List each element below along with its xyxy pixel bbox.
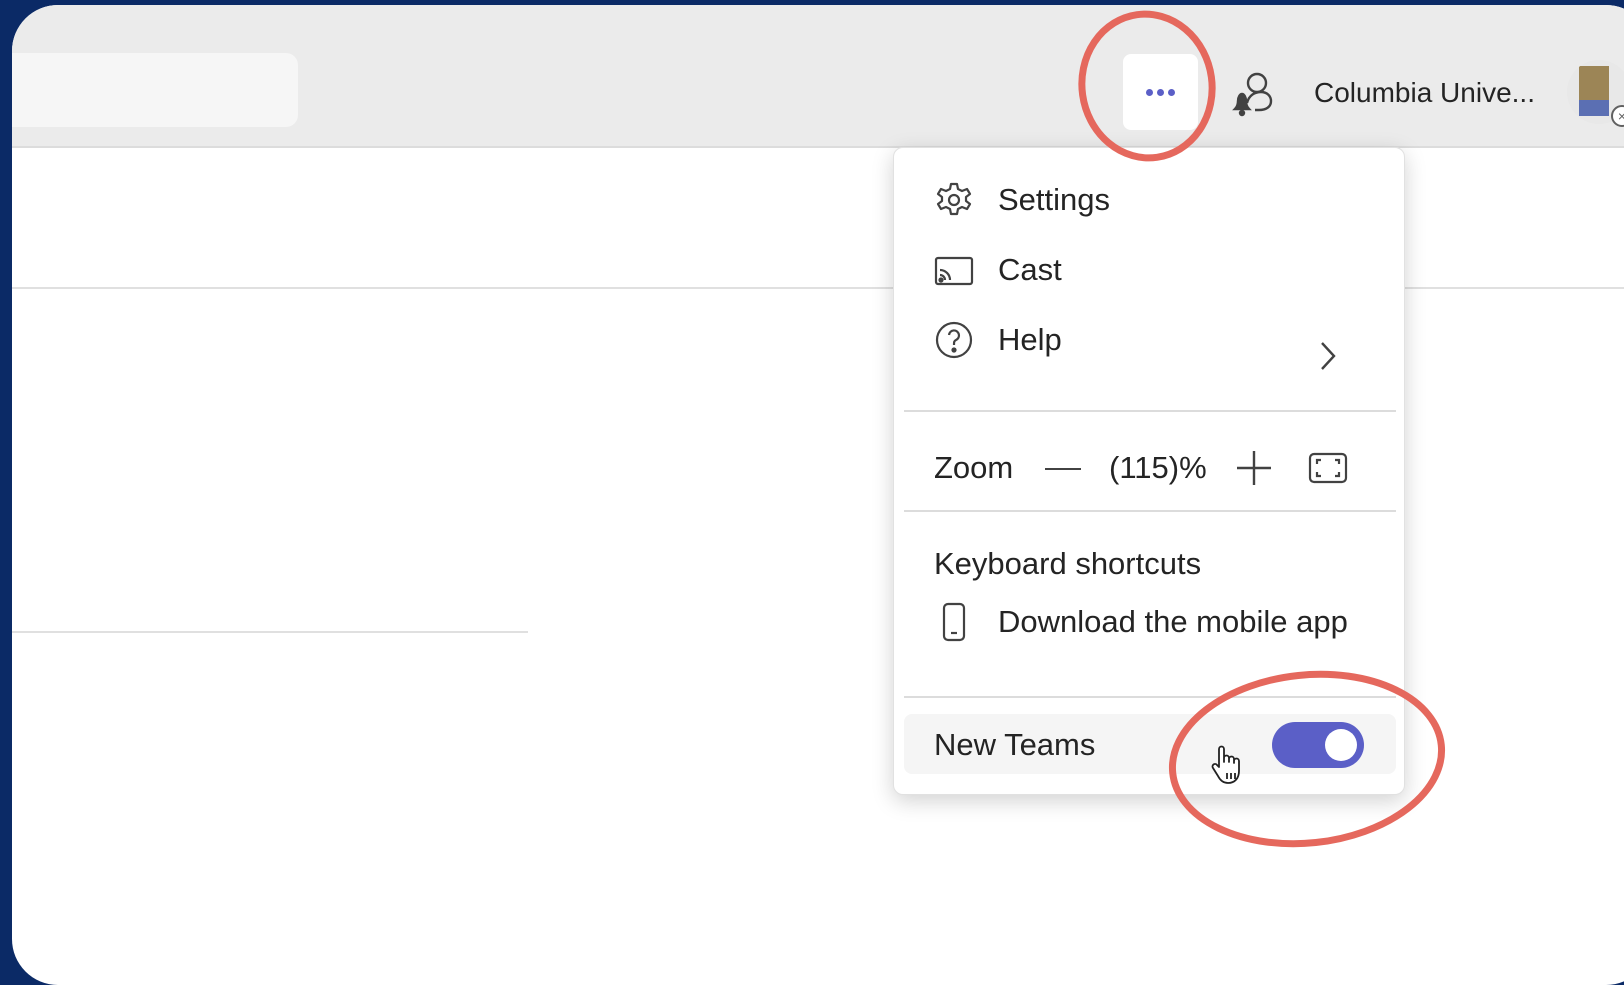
new-teams-toggle-row[interactable]: New Teams — [904, 714, 1396, 774]
gear-icon — [934, 180, 974, 220]
fit-to-window-icon[interactable] — [1308, 452, 1348, 484]
help-circle-icon — [934, 320, 974, 360]
menu-item-label: Settings — [998, 182, 1111, 217]
cast-icon — [934, 250, 974, 290]
search-input[interactable] — [12, 53, 298, 127]
chevron-right-icon — [1321, 342, 1336, 370]
zoom-level: (115)% — [1109, 450, 1207, 485]
organization-name[interactable]: Columbia Unive... — [1314, 77, 1535, 109]
divider — [904, 410, 1396, 412]
divider — [12, 631, 528, 633]
presence-status-badge: × — [1611, 105, 1624, 127]
menu-item-cast[interactable]: Cast — [934, 250, 1062, 290]
phone-icon — [934, 602, 974, 642]
menu-item-help[interactable]: Help — [934, 320, 1062, 360]
zoom-out-button[interactable] — [1045, 468, 1081, 470]
toggle-knob — [1325, 729, 1357, 761]
ellipsis-icon — [1146, 88, 1175, 96]
zoom-label: Zoom — [934, 450, 1014, 485]
menu-item-settings[interactable]: Settings — [934, 180, 1110, 220]
menu-item-download-mobile-app[interactable]: Download the mobile app — [934, 602, 1348, 642]
zoom-in-button[interactable] — [1235, 449, 1273, 487]
divider — [904, 696, 1396, 698]
more-options-menu: Settings Cast Help Zoom (115)% Keyboard … — [893, 147, 1405, 795]
new-teams-toggle[interactable] — [1272, 722, 1364, 768]
divider — [904, 510, 1396, 512]
menu-item-keyboard-shortcuts[interactable]: Keyboard shortcuts — [934, 546, 1201, 582]
menu-item-label: Cast — [998, 252, 1062, 287]
toggle-label: New Teams — [934, 727, 1096, 762]
activity-bell-icon[interactable] — [1229, 69, 1275, 117]
hand-cursor-icon — [1211, 745, 1240, 784]
title-bar: Columbia Unive... × — [12, 5, 1624, 148]
more-options-button[interactable] — [1123, 54, 1198, 130]
zoom-control: Zoom (115)% — [934, 438, 1374, 498]
menu-item-label: Download the mobile app — [998, 604, 1348, 639]
menu-item-label: Help — [998, 322, 1062, 357]
